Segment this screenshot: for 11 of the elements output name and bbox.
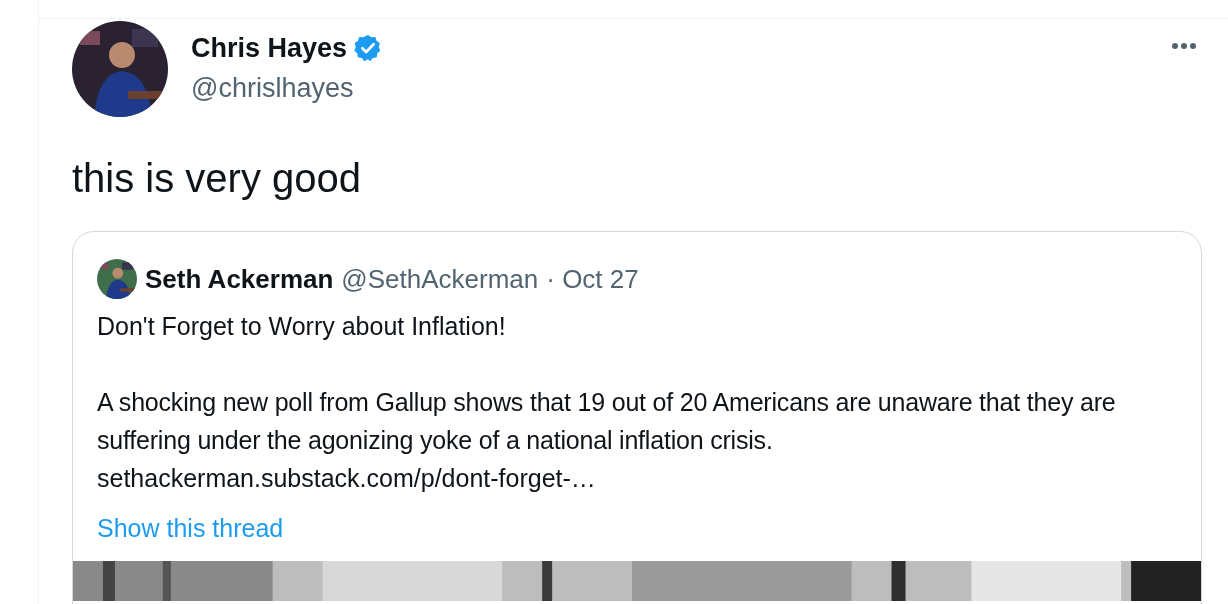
quoted-title: Don't Forget to Worry about Inflation! — [97, 311, 507, 342]
quoted-author-handle: @SethAckerman — [341, 262, 539, 296]
quoted-date: · Oct 27 — [546, 262, 639, 296]
quoted-tweet-card[interactable] — [72, 231, 1202, 604]
quoted-body: A shocking new poll from Gallup shows that 19 out of 20 Americans are unaware that they are suffering under the agonizing yoke of a national inflation crisis. — [97, 387, 1117, 456]
quoted-author-name: Seth Ackerman — [145, 262, 334, 296]
author-name[interactable]: Chris Hayes — [191, 31, 348, 65]
quoted-link[interactable]: sethackerman.substack.com/p/dont-forget-… — [97, 459, 1177, 497]
author-handle[interactable]: @chrislhayes — [191, 71, 384, 105]
tweet-text: this is very good — [72, 155, 363, 202]
more-options-icon[interactable] — [1170, 41, 1198, 51]
